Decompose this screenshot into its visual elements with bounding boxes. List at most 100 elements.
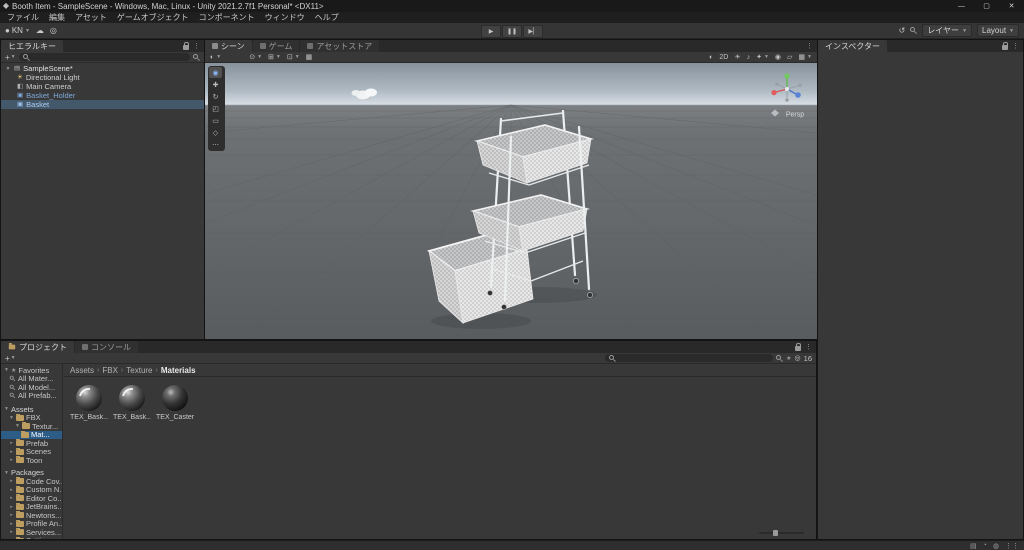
foldout-arrow-icon[interactable]: ▸ [9,521,14,527]
folder-toon[interactable]: ▸ Toon [1,456,62,465]
panel-menu-icon[interactable]: ⋮ [1012,42,1019,50]
tab-asset-store[interactable]: アセットストア [300,40,380,52]
favorites-header[interactable]: ▼ ★ Favorites [1,366,62,375]
scene-header-row[interactable]: ▼ ▤ SampleScene* [1,64,204,73]
tab-console[interactable]: コンソール [75,341,138,353]
scale-tool-button[interactable]: ◰ [209,103,222,114]
lighting-toggle[interactable]: ☀ [734,53,740,61]
progress-activity-icon[interactable]: ◔ [983,542,987,549]
shading-mode-dropdown[interactable]: ◐ ▼ [210,54,221,61]
folder-texture[interactable]: ▼ Textur... [1,422,62,431]
scene-render[interactable]: Persp [205,63,817,339]
console-message-icon[interactable]: ▤ [970,542,977,550]
title-bar[interactable]: ◆ Booth Item - SampleScene - Windows, Ma… [0,0,1024,12]
transform-tool-button[interactable]: ◇ [209,127,222,138]
project-search-input[interactable] [605,354,774,362]
package-jetbrains[interactable]: ▸ JetBrains... [1,502,62,511]
foldout-arrow-icon[interactable]: ▸ [9,449,14,455]
layout-dropdown[interactable]: Layout ▼ [977,24,1019,37]
menu-window[interactable]: ウィンドウ [260,12,310,23]
hierarchy-item-basket-holder[interactable]: ▣ Basket_Holder [1,91,204,100]
package-code-coverage[interactable]: ▸ Code Cov... [1,477,62,486]
menu-file[interactable]: ファイル [2,12,44,23]
panel-menu-icon[interactable]: ⋮ [805,343,812,351]
handle-position-dropdown[interactable]: ⊙ ▼ [249,53,262,61]
camera-settings-button[interactable]: ▱ [787,53,792,61]
favorite-all-prefabs[interactable]: All Prefab... [1,392,62,400]
tab-scene[interactable]: シーン [205,40,252,52]
scene-viewport[interactable]: ◉ ✚ ↻ ◰ ▭ ◇ ⋯ Persp [205,63,817,339]
package-custom-nunit[interactable]: ▸ Custom N... [1,485,62,494]
breadcrumb-assets[interactable]: Assets [70,366,94,375]
foldout-arrow-icon[interactable]: ▼ [4,406,9,412]
tab-game[interactable]: ゲーム [252,40,300,52]
assets-root[interactable]: ▼ Assets [1,405,62,414]
create-asset-button[interactable]: + ▼ [5,354,16,363]
more-tools-button[interactable]: ⋯ [209,139,222,150]
effects-dropdown[interactable]: ✦ ▼ [756,53,769,61]
tab-hierarchy[interactable]: ヒエラルキー [1,40,63,52]
view-tool-button[interactable]: ◉ [209,67,222,78]
minimize-button[interactable]: — [949,0,974,12]
move-tool-button[interactable]: ✚ [209,79,222,90]
favorite-all-materials[interactable]: All Mater... [1,375,62,383]
step-button[interactable]: ▶▏ [523,25,543,38]
hierarchy-item-directional-light[interactable]: ☀ Directional Light [1,73,204,82]
tab-inspector[interactable]: インスペクター [818,40,887,52]
menu-help[interactable]: ヘルプ [310,12,344,23]
slider-thumb[interactable] [772,530,778,536]
search-filter-icon[interactable] [193,53,200,61]
cache-server-icon[interactable]: ◍ [993,542,999,550]
snap-toggle-button[interactable]: ▦ [306,53,313,61]
hierarchy-search-input[interactable] [18,53,190,61]
foldout-arrow-icon[interactable]: ▼ [4,470,9,476]
undo-history-icon[interactable]: ↺ [899,26,906,35]
grid-visibility-dropdown[interactable]: ▦ ▼ [798,53,812,61]
foldout-arrow-icon[interactable]: ▼ [9,415,14,421]
rotate-tool-button[interactable]: ↻ [209,91,222,102]
audio-toggle[interactable]: ♪ [747,54,751,61]
panel-menu-icon[interactable]: ⋮ [806,42,813,50]
menu-assets[interactable]: アセット [70,12,112,23]
cloud-icon[interactable]: ☁ [36,26,44,35]
2d-toggle[interactable]: 2D [719,54,728,61]
hidden-packages-icon[interactable]: ◎ [795,354,801,362]
menu-edit[interactable]: 編集 [44,12,70,23]
hierarchy-item-main-camera[interactable]: ◧ Main Camera [1,82,204,91]
play-button[interactable]: ▶ [481,25,501,38]
close-button[interactable]: ✕ [999,0,1024,12]
folder-materials[interactable]: Mat... [1,430,62,439]
maximize-button[interactable]: ▢ [974,0,999,12]
handle-rotation-dropdown[interactable]: ⊞ ▼ [268,53,281,61]
panel-menu-icon[interactable]: ⋮ [193,42,200,50]
folder-scenes[interactable]: ▸ Scenes [1,447,62,456]
foldout-arrow-icon[interactable]: ▸ [9,529,14,535]
foldout-arrow-icon[interactable]: ▸ [9,487,14,493]
foldout-arrow-icon[interactable]: ▼ [5,66,11,72]
folder-fbx[interactable]: ▼ FBX [1,413,62,422]
package-newtonsoft[interactable]: ▸ Newtons... [1,511,62,520]
scene-visibility-toggle[interactable]: ◉ [775,53,781,61]
services-icon[interactable]: ◎ [50,26,57,35]
foldout-arrow-icon[interactable]: ▸ [9,504,14,510]
lock-icon[interactable] [1002,41,1008,50]
thumbnail-size-slider[interactable] [759,530,804,536]
breadcrumb-texture[interactable]: Texture [126,366,152,375]
basket-holder-mesh[interactable] [470,109,594,310]
favorite-all-models[interactable]: All Model... [1,383,62,392]
hierarchy-item-basket[interactable]: ▣ Basket [1,100,204,109]
save-search-icon[interactable]: ★ [786,355,791,362]
foldout-arrow-icon[interactable]: ▼ [4,367,9,373]
lock-icon[interactable] [795,342,801,351]
foldout-arrow-icon[interactable]: ▸ [9,478,14,484]
pause-button[interactable]: ❚❚ [502,25,522,38]
foldout-arrow-icon[interactable]: ▸ [9,440,14,446]
breadcrumb-fbx[interactable]: FBX [102,366,118,375]
asset-item-tex-basket-2[interactable]: TEX_Bask... [113,384,151,421]
grid-snap-dropdown[interactable]: ⊡ ▼ [287,53,300,61]
package-settings[interactable]: ▸ Settin... [1,536,62,539]
foldout-arrow-icon[interactable]: ▸ [9,457,14,463]
search-icon[interactable] [910,27,917,34]
tab-project[interactable]: プロジェクト [1,341,74,353]
package-editor-coroutines[interactable]: ▸ Editor Co... [1,494,62,503]
